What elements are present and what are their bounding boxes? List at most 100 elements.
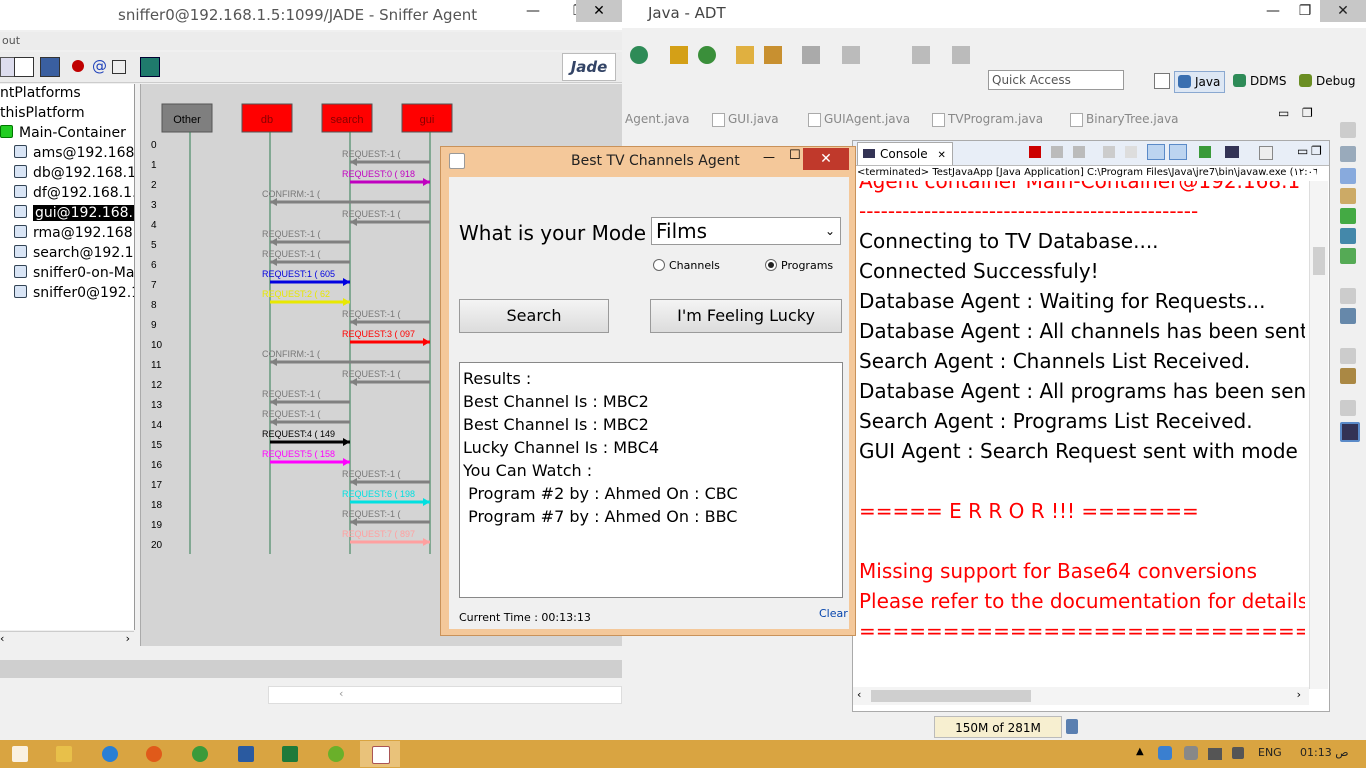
radio-programs[interactable]: Programs — [765, 259, 833, 272]
editor-tab[interactable]: GUIAgent.java — [808, 112, 910, 127]
word-wrap-icon[interactable] — [1147, 144, 1165, 160]
adt-titlebar[interactable]: Java - ADT — ❐ ✕ — [622, 0, 1366, 28]
scroll-left-icon[interactable]: ‹ — [0, 632, 4, 645]
sniffed-message[interactable]: REQUEST:0 ( 918 — [342, 169, 430, 186]
sniffed-message[interactable]: CONFIRM:-1 ( — [262, 189, 430, 206]
tree-node[interactable]: rma@192.168.1 — [14, 224, 134, 243]
sniffed-message[interactable]: REQUEST:-1 ( — [262, 249, 350, 266]
sniffed-message[interactable]: REQUEST:5 ( 158 — [262, 449, 350, 466]
tasks-icon[interactable] — [1340, 228, 1356, 244]
nav-forward-icon[interactable] — [952, 46, 970, 64]
junit-icon[interactable] — [1340, 368, 1356, 384]
perspective-debug[interactable]: Debug — [1296, 71, 1359, 91]
tree-node[interactable]: df@192.168.1.5 — [14, 184, 134, 203]
radio-programs-indicator[interactable] — [765, 259, 777, 271]
pen-icon[interactable] — [764, 46, 782, 64]
sniffed-message[interactable]: REQUEST:7 ( 897 — [342, 529, 430, 546]
taskbar-mail[interactable] — [226, 741, 266, 767]
garbage-collect-icon[interactable] — [1066, 719, 1078, 734]
sniffed-message[interactable]: REQUEST:4 ( 149 — [262, 429, 350, 446]
scroll-lock-icon[interactable] — [1125, 146, 1137, 158]
tree-node[interactable]: search@192.16 — [14, 244, 134, 263]
clear-console-icon[interactable] — [1103, 146, 1115, 158]
sniffed-message[interactable]: CONFIRM:-1 ( — [262, 349, 430, 366]
new-package-icon[interactable] — [670, 46, 688, 64]
tree-node[interactable]: ntPlatforms — [0, 84, 81, 103]
sniffer-titlebar[interactable]: sniffer0@192.168.1.5:1099/JADE - Sniffer… — [0, 0, 622, 30]
open-file-icon[interactable] — [14, 57, 34, 77]
tree-node[interactable]: db@192.168.1.5 — [14, 164, 134, 183]
restore-2-icon[interactable] — [1340, 288, 1356, 304]
tray-app-icon[interactable] — [1184, 746, 1198, 760]
sniffed-message[interactable]: REQUEST:2 ( 62 — [262, 289, 350, 306]
restore-4-icon[interactable] — [1340, 400, 1356, 416]
pin-console-icon[interactable] — [1199, 146, 1211, 158]
console-scroll-thumb[interactable] — [1313, 247, 1325, 275]
at-icon[interactable] — [1340, 168, 1356, 184]
taskbar-firefox[interactable] — [134, 741, 174, 767]
editor-tab[interactable]: Agent.java — [622, 112, 689, 126]
dropbox-icon[interactable] — [1158, 746, 1172, 760]
perspective-ddms[interactable]: DDMS — [1230, 71, 1290, 91]
format-icon[interactable] — [842, 46, 860, 64]
sniffed-message[interactable]: REQUEST:6 ( 198 — [342, 489, 430, 506]
sniffed-message[interactable]: REQUEST:1 ( 605 — [262, 269, 350, 286]
perspective-java[interactable]: Java — [1174, 71, 1226, 93]
tree-node[interactable]: thisPlatform — [0, 104, 85, 123]
restore-3-icon[interactable] — [1340, 348, 1356, 364]
console-horizontal-scrollbar[interactable]: ‹ › — [853, 687, 1309, 705]
editor-minimize-icon[interactable]: ▭ — [1278, 106, 1289, 120]
network-signal-icon[interactable] — [1208, 748, 1222, 760]
open-folder-icon[interactable] — [736, 46, 754, 64]
console-hscroll-thumb[interactable] — [871, 690, 1031, 702]
refresh-run-icon[interactable] — [698, 46, 716, 64]
search-button[interactable]: Search — [459, 299, 609, 333]
tv-maximize-button[interactable]: ☐ — [789, 148, 801, 163]
taskbar-chrome[interactable] — [180, 741, 220, 767]
tree-node[interactable]: ams@192.168.1 — [14, 144, 134, 163]
sniffed-message[interactable]: REQUEST:-1 ( — [342, 209, 430, 226]
sniffed-message[interactable]: REQUEST:-1 ( — [262, 389, 350, 406]
sniffer-close-button[interactable]: ✕ — [576, 0, 622, 22]
radio-channels[interactable]: Channels — [653, 259, 720, 272]
start-button[interactable] — [0, 741, 40, 767]
sniffed-message[interactable]: REQUEST:-1 ( — [342, 309, 430, 326]
taskbar-utorrent[interactable] — [316, 741, 356, 767]
run-icon[interactable] — [630, 46, 648, 64]
sniffed-message[interactable]: REQUEST:-1 ( — [342, 149, 430, 166]
tray-expand-icon[interactable]: ▲ — [1136, 746, 1144, 757]
taskbar-java[interactable] — [360, 741, 400, 767]
open-console-icon[interactable] — [1259, 146, 1273, 160]
save-icon[interactable] — [40, 57, 60, 77]
tree-horizontal-scrollbar[interactable]: ‹ › — [0, 631, 134, 648]
console-view-icon[interactable] — [1340, 422, 1360, 442]
results-textarea[interactable]: Results : Best Channel Is : MBC2 Best Chan… — [459, 362, 843, 598]
search-view-icon[interactable] — [1340, 188, 1356, 204]
tv-close-button[interactable]: ✕ — [803, 148, 849, 170]
console-vertical-scrollbar[interactable] — [1309, 181, 1328, 689]
menu-about[interactable]: out — [2, 34, 20, 47]
sniffed-message[interactable]: REQUEST:-1 ( — [342, 369, 430, 386]
radio-channels-indicator[interactable] — [653, 259, 665, 271]
volume-icon[interactable] — [1232, 747, 1244, 759]
sniffed-message[interactable]: REQUEST:-1 ( — [262, 229, 350, 246]
android-icon[interactable] — [1340, 248, 1356, 264]
console-tab-close-icon[interactable]: ✕ — [937, 150, 945, 161]
display-console-icon[interactable] — [1225, 146, 1239, 158]
taskbar-ie[interactable] — [90, 741, 130, 767]
mode-select[interactable]: Films ⌄ — [651, 217, 841, 245]
adt-close-button[interactable]: ✕ — [1320, 0, 1366, 22]
sniffed-message[interactable]: REQUEST:-1 ( — [342, 469, 430, 486]
editor-maximize-icon[interactable]: ❐ — [1302, 106, 1313, 120]
scroll-left-arrow-icon[interactable]: ‹ — [339, 687, 343, 700]
task-list-icon[interactable] — [1340, 146, 1356, 162]
clear-link[interactable]: Clear — [819, 607, 848, 620]
sniffed-message[interactable]: REQUEST:-1 ( — [262, 409, 350, 426]
tv-agent-titlebar[interactable]: Best TV Channels Agent — ☐ ✕ — [441, 147, 857, 177]
sniffed-message[interactable]: REQUEST:3 ( 097 — [342, 329, 430, 346]
remove-launch-icon[interactable] — [1051, 146, 1063, 158]
taskbar-explorer[interactable] — [44, 741, 84, 767]
tree-node[interactable]: Main-Container — [0, 124, 126, 143]
filter-icon[interactable] — [112, 60, 126, 74]
at-sign-icon[interactable]: @ — [92, 57, 110, 75]
